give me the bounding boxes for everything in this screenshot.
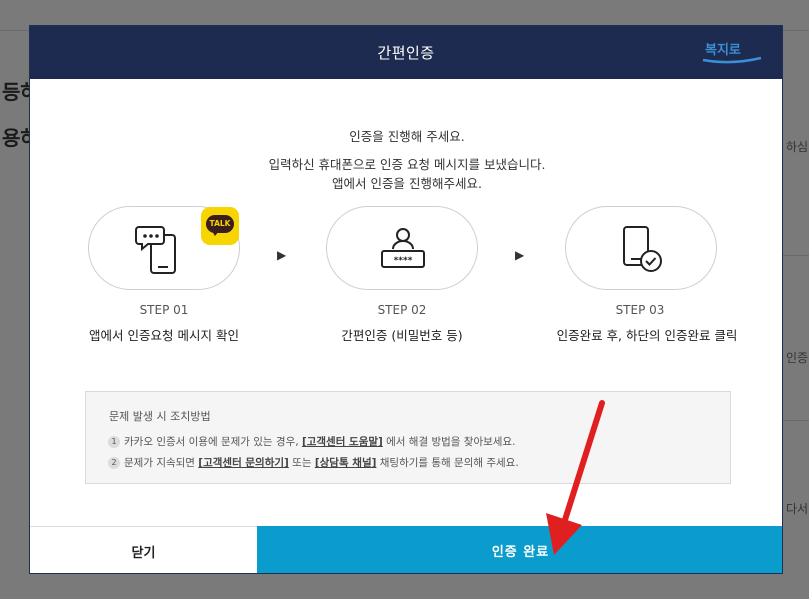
background-side-text-3: 다서 bbox=[786, 502, 809, 516]
item-number-badge: 2 bbox=[108, 457, 120, 469]
customer-center-help-link[interactable]: [고객센터 도움말] bbox=[302, 436, 383, 448]
chat-channel-link[interactable]: [상담톡 채널] bbox=[315, 457, 377, 469]
item-text: 에서 해결 방법을 찾아보세요. bbox=[382, 436, 516, 448]
step-3-description: 인증완료 후, 하단의 인증완료 클릭 bbox=[556, 328, 738, 343]
auth-complete-button[interactable]: 인증 완료 bbox=[257, 526, 782, 573]
phone-message-icon bbox=[135, 226, 176, 274]
troubleshooting-item-2: 2 문제가 지속되면 [고객센터 문의하기] 또는 [상담톡 채널] 채팅하기를 … bbox=[108, 455, 519, 470]
background-side-text-1: 하심 bbox=[786, 140, 809, 154]
background-divider bbox=[783, 255, 809, 256]
modal-header: 간편인증 복지로 bbox=[30, 26, 782, 79]
item-number-badge: 1 bbox=[108, 436, 120, 448]
step-1-description: 앱에서 인증요청 메시지 확인 bbox=[89, 328, 239, 343]
step-2-circle: **** bbox=[326, 206, 478, 290]
talk-badge-label: TALK bbox=[206, 215, 234, 233]
modal-title: 간편인증 bbox=[377, 44, 435, 62]
phone-check-icon bbox=[623, 226, 662, 272]
user-password-icon: **** bbox=[381, 228, 425, 268]
item-text: 카카오 인증서 이용에 문제가 있는 경우, bbox=[124, 436, 302, 448]
item-text: 또는 bbox=[288, 457, 315, 469]
intro-line-1: 인증을 진행해 주세요. bbox=[349, 129, 465, 144]
troubleshooting-title: 문제 발생 시 조치방법 bbox=[109, 410, 211, 423]
talk-bubble-tail bbox=[212, 231, 219, 236]
logo-text: 복지로 bbox=[705, 43, 741, 58]
troubleshooting-box: 문제 발생 시 조치방법 1 카카오 인증서 이용에 문제가 있는 경우, [고객… bbox=[85, 391, 731, 484]
step-1-number: STEP 01 bbox=[139, 303, 189, 317]
item-text: 문제가 지속되면 bbox=[124, 457, 199, 469]
background-divider bbox=[783, 420, 809, 421]
step-2-description: 간편인증 (비밀번호 등) bbox=[341, 328, 463, 343]
item-text: 채팅하기를 통해 문의해 주세요. bbox=[376, 457, 519, 469]
intro-line-3: 앱에서 인증을 진행해주세요. bbox=[332, 176, 482, 191]
step-2-number: STEP 02 bbox=[377, 303, 427, 317]
step-arrow-icon: ▶ bbox=[515, 248, 525, 262]
kakao-talk-badge: TALK bbox=[201, 207, 239, 245]
step-arrow-icon: ▶ bbox=[277, 248, 287, 262]
intro-line-2: 입력하신 휴대폰으로 인증 요청 메시지를 보냈습니다. bbox=[268, 157, 546, 172]
customer-center-inquiry-link[interactable]: [고객센터 문의하기] bbox=[198, 457, 289, 469]
step-3-number: STEP 03 bbox=[615, 303, 665, 317]
troubleshooting-item-1: 1 카카오 인증서 이용에 문제가 있는 경우, [고객센터 도움말] 에서 해결… bbox=[108, 434, 515, 449]
bokjiro-logo: 복지로 bbox=[702, 43, 762, 64]
close-button[interactable]: 닫기 bbox=[30, 526, 257, 573]
background-side-text-2: 인증 bbox=[786, 351, 809, 365]
simple-auth-modal: 간편인증 복지로 인증을 진행해 주세요. 입력하신 휴대폰으로 인증 요청 메… bbox=[29, 25, 783, 574]
modal-footer: 닫기 인증 완료 bbox=[30, 526, 782, 573]
svg-text:****: **** bbox=[394, 256, 413, 266]
step-3-circle bbox=[565, 206, 717, 290]
